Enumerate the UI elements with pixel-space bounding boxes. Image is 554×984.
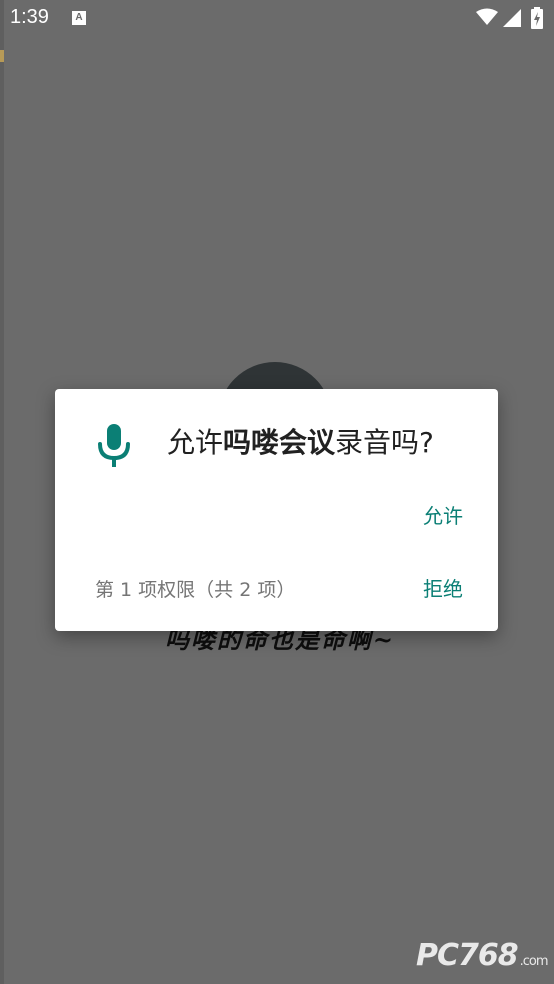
allow-button[interactable]: 允许	[391, 499, 463, 533]
watermark-suffix: .com	[519, 954, 549, 969]
signal-icon	[503, 9, 521, 27]
deny-button[interactable]: 拒绝	[391, 572, 463, 606]
notification-icon: A	[72, 11, 86, 25]
wifi-icon	[476, 8, 498, 25]
left-edge	[0, 0, 4, 984]
microphone-icon	[98, 424, 130, 467]
status-time: 1:39	[10, 6, 49, 28]
title-prefix: 允许	[167, 426, 224, 459]
left-edge-mark	[0, 50, 4, 62]
dialog-title: 允许吗喽会议录音吗?	[167, 421, 487, 461]
permission-dialog: 允许吗喽会议录音吗? 允许 第 1 项权限（共 2 项） 拒绝	[55, 389, 498, 631]
app-name: 吗喽会议	[223, 426, 336, 459]
watermark-logo: PC768 .com	[416, 938, 549, 978]
watermark-text: PC768	[416, 938, 519, 973]
battery-charging-icon	[531, 7, 543, 29]
permission-counter: 第 1 项权限（共 2 项）	[95, 579, 296, 601]
title-suffix: 录音吗?	[335, 426, 434, 459]
status-bar: 1:39 A	[0, 0, 554, 36]
